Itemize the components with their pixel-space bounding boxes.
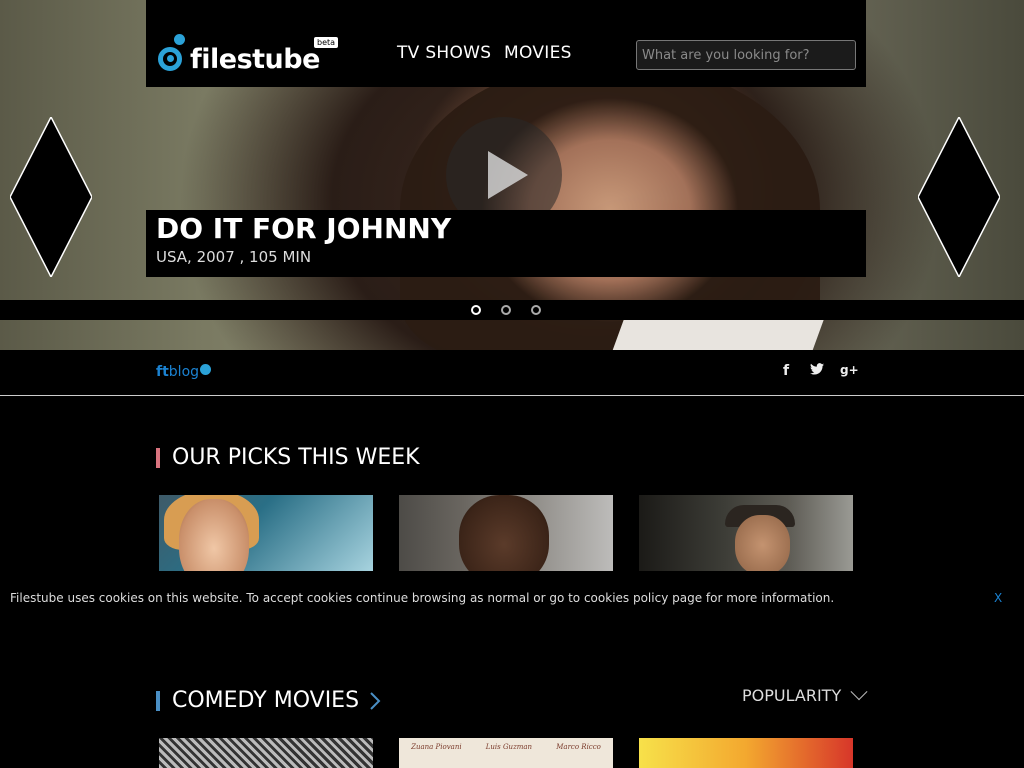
poster-credit: Luis Guzman — [485, 743, 533, 751]
ft-blog-link[interactable]: ftblog — [156, 364, 212, 380]
comedy-heading[interactable]: COMEDY MOVIES — [156, 688, 381, 713]
ft-blog-ft: ft — [156, 364, 169, 380]
cookie-message: Filestube uses cookies on this website. … — [10, 591, 835, 605]
poster-credits: Zuana Piovani Luis Guzman Marco Ricco — [399, 743, 613, 751]
next-arrow-icon[interactable] — [918, 117, 1000, 277]
pick-thumbnail-2[interactable] — [399, 495, 613, 571]
comedy-accent-bar — [156, 690, 160, 711]
poster-credit: Zuana Piovani — [411, 743, 462, 751]
slider-pagination — [0, 300, 1024, 320]
blog-bar: ftblog f g+ — [0, 350, 1024, 396]
hero-title[interactable]: DO IT FOR JOHNNY — [156, 212, 451, 245]
beta-badge: beta — [314, 37, 339, 48]
comedy-poster-3[interactable] — [639, 738, 853, 768]
logo[interactable]: filestube beta — [156, 33, 339, 75]
play-icon — [488, 151, 528, 199]
picks-title: OUR PICKS THIS WEEK — [172, 445, 420, 470]
cookie-banner: Filestube uses cookies on this website. … — [0, 571, 1024, 626]
chevron-right-icon — [370, 691, 381, 710]
top-bar: filestube beta TV SHOWS MOVIES — [146, 0, 866, 87]
hero-meta: USA, 2007 , 105 MIN — [156, 248, 312, 266]
prev-arrow-icon[interactable] — [10, 117, 92, 277]
nav-tv-shows[interactable]: TV SHOWS — [397, 43, 491, 63]
sort-dropdown[interactable]: POPULARITY — [742, 682, 868, 705]
cookie-close-button[interactable]: X — [994, 591, 1002, 605]
pick-thumbnail-1[interactable] — [159, 495, 373, 571]
search-input[interactable] — [636, 40, 856, 70]
poster-credit: Marco Ricco — [556, 743, 601, 751]
comedy-poster-1[interactable] — [159, 738, 373, 768]
slider-dot-1[interactable] — [471, 305, 481, 315]
googleplus-icon[interactable]: g+ — [840, 363, 859, 377]
nav-movies[interactable]: MOVIES — [504, 43, 572, 63]
blog-badge-icon — [200, 364, 212, 375]
logo-icon — [156, 33, 186, 73]
hero-caption: DO IT FOR JOHNNY USA, 2007 , 105 MIN — [146, 210, 866, 277]
picks-accent-bar — [156, 447, 160, 468]
twitter-icon[interactable] — [810, 363, 824, 379]
pick-thumbnail-3[interactable] — [639, 495, 853, 571]
slider-dot-3[interactable] — [531, 305, 541, 315]
facebook-icon[interactable]: f — [783, 363, 789, 379]
picks-heading: OUR PICKS THIS WEEK — [156, 445, 420, 470]
sort-label: POPULARITY — [742, 686, 842, 705]
ft-blog-text: blog — [168, 364, 200, 380]
comedy-title: COMEDY MOVIES — [172, 688, 360, 713]
logo-text: filestube — [190, 44, 320, 75]
slider-dot-2[interactable] — [501, 305, 511, 315]
chevron-down-icon — [850, 682, 868, 700]
hero-slider: filestube beta TV SHOWS MOVIES DO IT FOR… — [0, 0, 1024, 350]
comedy-poster-2[interactable]: Zuana Piovani Luis Guzman Marco Ricco — [399, 738, 613, 768]
